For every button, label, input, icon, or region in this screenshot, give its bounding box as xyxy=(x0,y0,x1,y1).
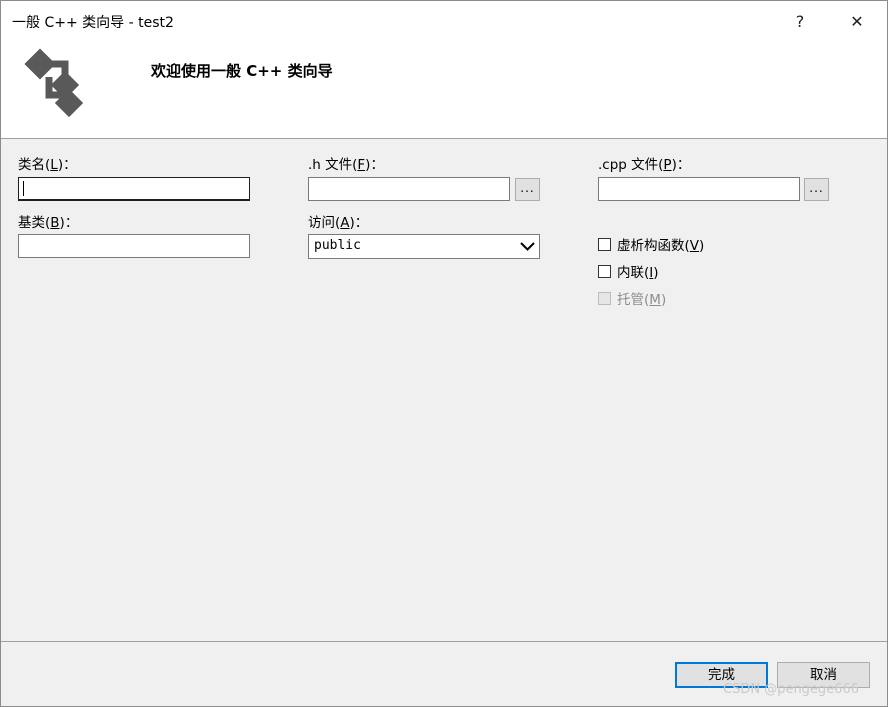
managed-checkbox xyxy=(598,291,611,305)
title-bar: 一般 C++ 类向导 - test2 ? ✕ xyxy=(1,1,887,39)
class-wizard-icon xyxy=(24,48,84,117)
virtual-destructor-checkbox[interactable] xyxy=(598,237,611,251)
class-name-label: 类名(L)： xyxy=(18,153,77,173)
h-file-input[interactable] xyxy=(308,177,510,201)
chevron-down-icon xyxy=(520,242,535,251)
inline-checkbox[interactable] xyxy=(598,264,611,278)
access-selected-value: public xyxy=(314,238,361,253)
cpp-file-mnemonic: P xyxy=(663,157,672,173)
access-select[interactable]: public xyxy=(308,234,540,259)
virtual-destructor-label-suffix: ) xyxy=(699,238,705,254)
h-file-label: .h 文件(F)： xyxy=(308,153,384,173)
h-file-browse-button[interactable]: ... xyxy=(515,178,540,201)
managed-label-suffix: ) xyxy=(660,292,667,308)
inline-label-suffix: ) xyxy=(653,265,659,281)
base-class-input[interactable] xyxy=(18,234,250,258)
close-button[interactable]: ✕ xyxy=(841,7,873,35)
cpp-file-label: .cpp 文件(P)： xyxy=(598,153,690,173)
cpp-file-label-text: .cpp 文件( xyxy=(598,157,664,173)
class-name-mnemonic: L xyxy=(50,157,58,173)
virtual-destructor-label-text: 虚析构函数( xyxy=(617,238,690,254)
help-icon: ? xyxy=(795,11,805,31)
managed-label: 托管(M) xyxy=(617,288,666,308)
wizard-header: 欢迎使用一般 C++ 类向导 xyxy=(1,39,887,139)
access-label: 访问(A)： xyxy=(308,211,368,231)
help-button[interactable]: ? xyxy=(784,7,816,35)
cpp-file-input[interactable] xyxy=(598,177,800,201)
virtual-destructor-label: 虚析构函数(V) xyxy=(617,234,704,254)
cpp-file-label-suffix: )： xyxy=(671,157,691,173)
cpp-file-browse-button[interactable]: ... xyxy=(804,178,829,201)
base-class-mnemonic: B xyxy=(50,215,60,231)
close-icon: ✕ xyxy=(850,11,864,31)
class-wizard-dialog: 一般 C++ 类向导 - test2 ? ✕ 欢迎使用一般 C++ 类向导 类名… xyxy=(0,0,888,707)
inline-label: 内联(I) xyxy=(617,261,659,281)
class-name-label-suffix: )： xyxy=(57,157,77,173)
access-label-suffix: )： xyxy=(349,215,369,231)
base-class-label-suffix: )： xyxy=(59,215,79,231)
welcome-heading: 欢迎使用一般 C++ 类向导 xyxy=(151,62,333,80)
managed-option: 托管(M) xyxy=(598,288,666,308)
access-label-text: 访问( xyxy=(308,215,341,231)
managed-label-text: 托管( xyxy=(617,292,650,308)
h-file-label-text: .h 文件( xyxy=(308,157,358,173)
h-file-label-suffix: )： xyxy=(365,157,384,173)
base-class-label-text: 基类( xyxy=(18,215,51,231)
inline-option[interactable]: 内联(I) xyxy=(598,261,659,281)
footer-divider xyxy=(1,641,887,642)
watermark: CSDN @pengege666 xyxy=(723,682,859,697)
inline-label-text: 内联( xyxy=(617,265,650,281)
managed-mnemonic: M xyxy=(649,292,661,308)
h-file-mnemonic: F xyxy=(357,157,366,173)
virtual-destructor-mnemonic: V xyxy=(689,238,700,254)
class-name-label-text: 类名( xyxy=(18,157,51,173)
class-name-input[interactable] xyxy=(18,177,250,201)
window-title: 一般 C++ 类向导 - test2 xyxy=(12,15,174,31)
access-mnemonic: A xyxy=(340,215,350,231)
text-caret xyxy=(23,181,24,196)
virtual-destructor-option[interactable]: 虚析构函数(V) xyxy=(598,234,704,254)
base-class-label: 基类(B)： xyxy=(18,211,78,231)
